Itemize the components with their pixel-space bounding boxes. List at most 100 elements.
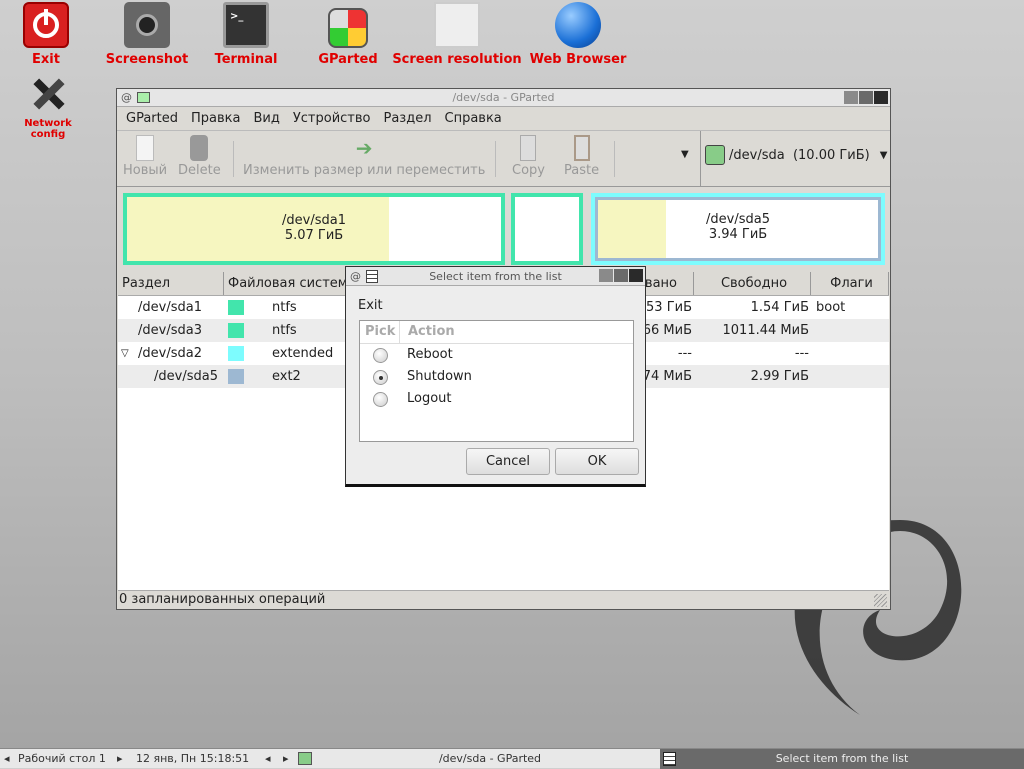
- paste-button[interactable]: Paste: [564, 135, 599, 178]
- filesystem: extended: [272, 346, 334, 361]
- close-button[interactable]: [874, 91, 888, 104]
- list-item-logout[interactable]: Logout: [360, 388, 633, 410]
- cancel-button[interactable]: Cancel: [466, 448, 550, 475]
- menu-device[interactable]: Устройство: [293, 111, 371, 126]
- prev-task-arrow[interactable]: ◂: [265, 749, 271, 768]
- window-titlebar[interactable]: @ /dev/sda - GParted: [117, 89, 890, 107]
- free: 1.54 ГиБ: [750, 300, 809, 315]
- column-header-free[interactable]: Свободно: [694, 272, 811, 295]
- list-item-shutdown[interactable]: Shutdown: [360, 366, 633, 388]
- window-menu-icon[interactable]: [137, 92, 150, 103]
- dialog-prompt: Exit: [358, 298, 383, 313]
- camera-icon: [124, 2, 170, 48]
- column-header-flags[interactable]: Флаги: [811, 272, 889, 295]
- column-header-pick[interactable]: Pick: [360, 321, 400, 343]
- radio-button[interactable]: [373, 370, 388, 385]
- radio-button[interactable]: [373, 392, 388, 407]
- power-icon: [23, 2, 69, 48]
- desktop-icon-web-browser[interactable]: Web Browser: [526, 2, 630, 67]
- diskmap-sda3[interactable]: [511, 193, 583, 265]
- partition-name: /dev/sda2: [138, 346, 202, 361]
- menubar: GParted Правка Вид Устройство Раздел Спр…: [117, 107, 890, 131]
- radio-button[interactable]: [373, 348, 388, 363]
- column-header-partition[interactable]: Раздел: [118, 272, 224, 295]
- window-title: /dev/sda - GParted: [452, 91, 555, 104]
- diskmap-sda5[interactable]: /dev/sda5 3.94 ГиБ: [598, 200, 878, 242]
- globe-icon: [555, 2, 601, 48]
- gparted-icon: [298, 752, 312, 765]
- dialog-titlebar[interactable]: @ Select item from the list: [346, 267, 645, 286]
- menu-partition[interactable]: Раздел: [383, 111, 431, 126]
- next-desktop-arrow[interactable]: ▸: [117, 749, 123, 768]
- desktop-icon-gparted[interactable]: GParted: [308, 2, 388, 67]
- desktop-icon-network-config[interactable]: Network config: [6, 72, 90, 140]
- new-button[interactable]: Новый: [123, 135, 167, 178]
- disk-map: /dev/sda1 5.07 ГиБ /dev/sda5 3.94 ГиБ: [121, 193, 888, 265]
- delete-button[interactable]: Delete: [178, 135, 221, 178]
- resize-move-button[interactable]: ➔ Изменить размер или переместить: [243, 135, 485, 178]
- desktop-icon-terminal[interactable]: >_ Terminal: [205, 2, 287, 67]
- copy-button[interactable]: Copy: [512, 135, 545, 178]
- menu-edit[interactable]: Правка: [191, 111, 240, 126]
- desktop-name: Рабочий стол 1: [18, 752, 106, 765]
- expander-icon[interactable]: ▽: [121, 342, 129, 365]
- trash-icon: [190, 135, 209, 161]
- fs-color-swatch: [228, 369, 244, 384]
- desktop-icon-exit[interactable]: Exit: [16, 2, 76, 67]
- partition-name: /dev/sda1: [138, 300, 202, 315]
- toolbar: Новый Delete ➔ Изменить размер или переме…: [117, 131, 890, 187]
- close-button[interactable]: [629, 269, 643, 282]
- resize-grip[interactable]: [874, 594, 887, 607]
- maximize-button[interactable]: [859, 91, 873, 104]
- tools-icon: [25, 72, 71, 114]
- fs-color-swatch: [228, 346, 244, 361]
- used: ---: [677, 346, 692, 361]
- maximize-button[interactable]: [614, 269, 628, 282]
- device-selector[interactable]: /dev/sda (10.00 ГиБ) ▼: [705, 145, 887, 165]
- minimize-button[interactable]: [844, 91, 858, 104]
- menu-gparted[interactable]: GParted: [126, 111, 178, 126]
- copy-icon: [520, 135, 537, 161]
- taskbar: ◂ Рабочий стол 1 ▸ 12 янв, Пн 15:18:51 ◂…: [0, 748, 1024, 769]
- monitor-icon: [434, 2, 480, 48]
- ok-button[interactable]: OK: [555, 448, 639, 475]
- partition-name: /dev/sda5: [154, 369, 218, 384]
- used: 53 ГиБ: [646, 300, 692, 315]
- filesystem: ntfs: [272, 323, 297, 338]
- next-task-arrow[interactable]: ▸: [283, 749, 289, 768]
- menu-help[interactable]: Справка: [445, 111, 502, 126]
- free: 2.99 ГиБ: [750, 369, 809, 384]
- debian-icon: @: [121, 91, 132, 104]
- desktop-icon-screenshot[interactable]: Screenshot: [102, 2, 192, 67]
- filesystem: ext2: [272, 369, 301, 384]
- debian-icon: @: [350, 270, 361, 283]
- new-document-icon: [136, 135, 155, 161]
- filesystem: ntfs: [272, 300, 297, 315]
- flags: boot: [816, 300, 846, 315]
- list-item-reboot[interactable]: Reboot: [360, 344, 633, 366]
- chevron-down-icon: ▼: [879, 149, 888, 161]
- minimize-button[interactable]: [599, 269, 613, 282]
- toolbar-overflow-arrow[interactable]: ▼: [681, 149, 689, 160]
- used: 74 МиБ: [642, 369, 692, 384]
- diskmap-sda2[interactable]: /dev/sda5 3.94 ГиБ: [591, 193, 885, 265]
- prev-desktop-arrow[interactable]: ◂: [4, 749, 10, 768]
- fs-color-swatch: [228, 323, 244, 338]
- menu-view[interactable]: Вид: [253, 111, 279, 126]
- task-gparted[interactable]: /dev/sda - GParted: [320, 749, 660, 768]
- window-menu-icon[interactable]: [366, 270, 378, 283]
- paste-icon: [573, 135, 590, 161]
- diskmap-sda1[interactable]: /dev/sda1 5.07 ГиБ: [123, 193, 505, 265]
- fs-color-swatch: [228, 300, 244, 315]
- dialog-title: Select item from the list: [429, 270, 562, 283]
- window-icon: [663, 752, 676, 766]
- used: 66 МиБ: [642, 323, 692, 338]
- column-header-action[interactable]: Action: [400, 321, 455, 343]
- action-list: Pick Action Reboot Shutdown Logout: [359, 320, 634, 442]
- task-select-item[interactable]: Select item from the list: [660, 749, 1024, 769]
- select-item-dialog: @ Select item from the list Exit Pick Act…: [345, 266, 646, 487]
- gparted-icon: [328, 8, 368, 48]
- desktop-icon-screen-resolution[interactable]: Screen resolution: [392, 2, 522, 67]
- harddisk-icon: [705, 145, 725, 165]
- terminal-icon: >_: [223, 2, 269, 48]
